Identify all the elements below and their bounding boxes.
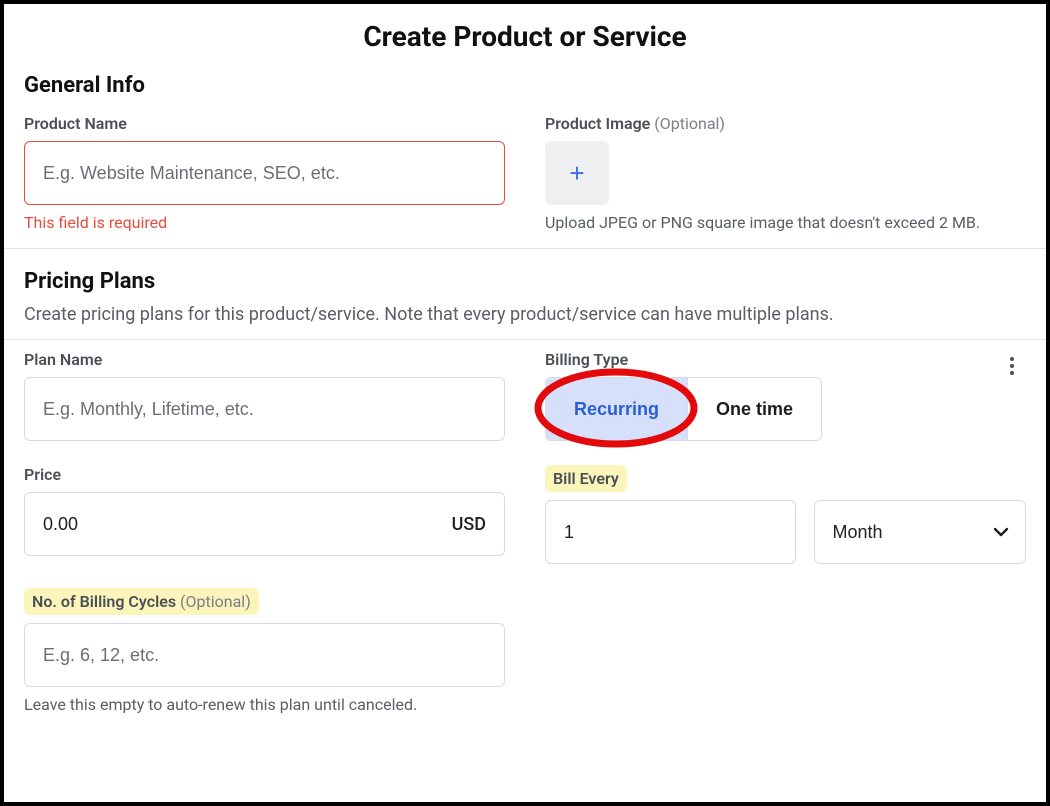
product-name-field: Product Name This field is required <box>24 114 505 232</box>
kebab-icon <box>1010 371 1014 375</box>
product-image-label-text: Product Image <box>545 114 650 133</box>
currency-label: USD <box>452 514 486 535</box>
plan-menu-button[interactable] <box>998 352 1026 380</box>
product-name-label: Product Name <box>24 114 127 133</box>
upload-image-button[interactable]: + <box>545 141 609 205</box>
billing-cycles-label-text: No. of Billing Cycles <box>32 592 176 611</box>
plan-name-field: Plan Name <box>24 350 505 441</box>
bill-every-unit-select[interactable]: Month <box>814 500 1027 564</box>
plan-row: Plan Name Billing Type Recurring One tim… <box>4 350 1046 714</box>
kebab-icon <box>1010 364 1014 368</box>
product-name-input[interactable] <box>24 141 505 205</box>
page-title: Create Product or Service <box>4 4 1046 63</box>
product-image-helper: Upload JPEG or PNG square image that doe… <box>545 213 1026 232</box>
product-image-optional: (Optional) <box>654 114 725 133</box>
billing-option-onetime[interactable]: One time <box>687 378 821 440</box>
product-name-error: This field is required <box>24 213 505 232</box>
billing-type-toggle: Recurring One time <box>545 377 822 441</box>
plan-name-label: Plan Name <box>24 350 102 369</box>
plan-name-input[interactable] <box>24 377 505 441</box>
billing-type-label: Billing Type <box>545 350 628 369</box>
price-field: Price USD <box>24 465 505 564</box>
general-info-section: General Info Product Name This field is … <box>4 73 1046 232</box>
price-input-wrap: USD <box>24 492 505 556</box>
pricing-plans-section: Pricing Plans Create pricing plans for t… <box>4 269 1046 325</box>
product-image-label: Product Image (Optional) <box>545 114 725 133</box>
billing-option-recurring[interactable]: Recurring <box>546 378 687 440</box>
price-label: Price <box>24 465 61 484</box>
price-input[interactable] <box>43 514 452 535</box>
bill-every-label: Bill Every <box>545 465 627 492</box>
product-image-field: Product Image (Optional) + Upload JPEG o… <box>545 114 1026 232</box>
bill-every-count-input[interactable] <box>545 500 796 564</box>
general-info-heading: General Info <box>24 73 1026 98</box>
billing-cycles-optional: (Optional) <box>180 592 251 611</box>
kebab-icon <box>1010 357 1014 361</box>
pricing-plans-heading: Pricing Plans <box>24 269 1026 294</box>
bill-every-unit-value: Month <box>833 522 883 543</box>
billing-cycles-helper: Leave this empty to auto-renew this plan… <box>24 695 505 714</box>
billing-cycles-input[interactable] <box>24 623 505 687</box>
billing-type-field: Billing Type Recurring One time <box>545 350 1026 441</box>
bill-every-field: Bill Every Month <box>545 465 1026 564</box>
pricing-plans-description: Create pricing plans for this product/se… <box>24 304 1026 325</box>
plus-icon: + <box>569 158 584 189</box>
billing-cycles-label: No. of Billing Cycles (Optional) <box>24 588 259 615</box>
billing-cycles-field: No. of Billing Cycles (Optional) Leave t… <box>24 588 505 714</box>
